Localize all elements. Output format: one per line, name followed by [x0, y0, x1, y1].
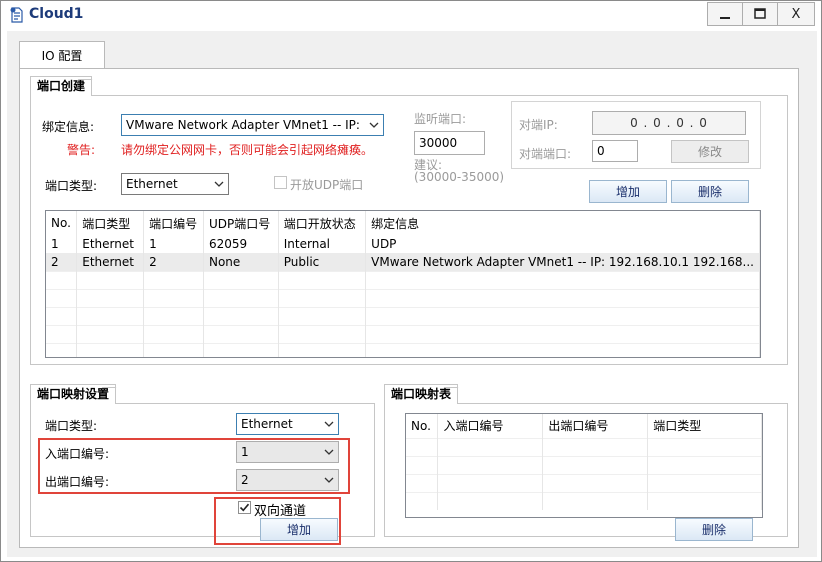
col-port-number[interactable]: 端口编号 [143, 211, 204, 235]
port-type-label: 端口类型: [45, 179, 98, 193]
mapping-table: No. 入端口编号 出端口编号 端口类型 [405, 413, 763, 518]
peer-settings-box: 对端IP: 0 . 0 . 0 . 0 对端端口: 0 修改 [511, 101, 761, 169]
client-area: IO 配置 端口创建 绑定信息: VMware Network Adapter … [7, 31, 817, 557]
col-udp-port[interactable]: UDP端口号 [203, 211, 279, 235]
col-bind-info[interactable]: 绑定信息 [365, 211, 760, 235]
peer-ip-value: 0 . 0 . 0 . 0 [630, 116, 708, 130]
cell-bind-info: UDP [365, 235, 760, 253]
add-port-button-label: 增加 [615, 185, 640, 199]
peer-port-label: 对端端口: [519, 147, 572, 161]
close-button[interactable]: X [777, 2, 815, 26]
empty-row [46, 342, 760, 357]
empty-row [406, 473, 762, 492]
delete-mapping-button[interactable]: 删除 [675, 518, 753, 541]
cell-port-number: 1 [143, 235, 204, 253]
delete-port-button-label: 删除 [697, 185, 722, 199]
cloud1-window: Cloud1 X IO 配置 端口创建 绑定信息: VMware Network… [0, 0, 822, 562]
port-type-select[interactable]: Ethernet [121, 173, 229, 195]
col-port-type[interactable]: 端口类型 [76, 211, 145, 235]
peer-ip-input[interactable]: 0 . 0 . 0 . 0 [592, 111, 746, 135]
cell-udp-port: 62059 [203, 235, 279, 253]
window-title: Cloud1 [29, 6, 84, 22]
chevron-down-icon [324, 421, 334, 427]
empty-row [46, 324, 760, 343]
bind-info-dropdown-arrow[interactable] [365, 115, 383, 135]
open-udp-label: 开放UDP端口 [290, 178, 364, 192]
col-no[interactable]: No. [46, 211, 78, 235]
cell-no: 2 [46, 253, 78, 271]
empty-row [46, 270, 760, 289]
cell-port-number: 2 [143, 253, 204, 271]
bind-info-label: 绑定信息: [42, 120, 95, 134]
cell-open-state: Public [278, 253, 367, 271]
io-config-pane: 端口创建 绑定信息: VMware Network Adapter VMnet1… [19, 68, 799, 548]
modify-button[interactable]: 修改 [671, 140, 749, 163]
mapping-table-header: No. 入端口编号 出端口编号 端口类型 [406, 414, 762, 438]
cell-port-type: Ethernet [76, 253, 145, 271]
port-mapping-table-title: 端口映射表 [384, 384, 459, 404]
highlight-port-selection [38, 438, 350, 494]
listen-port-value: 30000 [419, 136, 458, 150]
port-creation-group: 端口创建 绑定信息: VMware Network Adapter VMnet1… [30, 76, 788, 365]
delete-mapping-button-label: 删除 [701, 523, 726, 537]
peer-port-input[interactable]: 0 [592, 140, 638, 162]
bind-info-value: VMware Network Adapter VMnet1 -- IP: 192… [126, 118, 383, 132]
delete-port-button[interactable]: 删除 [671, 180, 749, 203]
table-row[interactable]: 2 Ethernet 2 None Public VMware Network … [46, 253, 760, 271]
empty-row [406, 455, 762, 474]
col-open-state[interactable]: 端口开放状态 [278, 211, 367, 235]
minimize-button[interactable] [707, 2, 743, 26]
port-table-header: No. 端口类型 端口编号 UDP端口号 端口开放状态 绑定信息 [46, 211, 760, 235]
add-port-button[interactable]: 增加 [589, 180, 667, 203]
cell-udp-port: None [203, 253, 279, 271]
empty-row [406, 491, 762, 510]
chevron-down-icon [214, 181, 224, 187]
title-bar[interactable]: Cloud1 X [1, 1, 821, 29]
peer-ip-label: 对端IP: [519, 118, 558, 132]
port-mapping-table-group: 端口映射表 No. 入端口编号 出端口编号 端口类型 删除 [384, 384, 788, 541]
tab-io-config-label: IO 配置 [41, 49, 83, 63]
table-row[interactable]: 1 Ethernet 1 62059 Internal UDP [46, 235, 760, 253]
highlight-bidirectional-add [214, 497, 341, 545]
modify-button-label: 修改 [697, 145, 722, 159]
port-mapping-settings-title: 端口映射设置 [30, 384, 117, 404]
warning-label: 警告: [67, 143, 96, 157]
col-no[interactable]: No. [406, 414, 439, 438]
mapping-port-type-label: 端口类型: [45, 419, 98, 433]
maximize-icon [754, 8, 766, 19]
listen-port-label: 监听端口: [414, 112, 467, 126]
warning-text: 请勿绑定公网网卡，否则可能会引起网络瘫痪。 [121, 143, 374, 157]
port-table: No. 端口类型 端口编号 UDP端口号 端口开放状态 绑定信息 1 Ether… [45, 210, 761, 358]
close-icon: X [791, 6, 801, 22]
cell-no: 1 [46, 235, 78, 253]
bind-info-select[interactable]: VMware Network Adapter VMnet1 -- IP: 192… [121, 114, 384, 136]
port-creation-title: 端口创建 [30, 76, 93, 96]
col-out-port[interactable]: 出端口编号 [542, 414, 649, 438]
mapping-port-type-dropdown-arrow[interactable] [320, 414, 338, 434]
col-in-port[interactable]: 入端口编号 [437, 414, 544, 438]
port-mapping-settings-group: 端口映射设置 端口类型: Ethernet 入端口编号: 1 出端口编号: 2 … [30, 384, 375, 545]
mapping-port-type-select[interactable]: Ethernet [236, 413, 339, 435]
open-udp-checkbox[interactable] [274, 176, 287, 189]
tab-io-config[interactable]: IO 配置 [19, 41, 105, 69]
empty-row [46, 306, 760, 325]
empty-row [406, 437, 762, 456]
empty-row [46, 288, 760, 307]
cell-bind-info: VMware Network Adapter VMnet1 -- IP: 192… [365, 253, 760, 271]
cell-port-type: Ethernet [76, 235, 145, 253]
cloud-app-icon [10, 7, 23, 23]
port-type-value: Ethernet [126, 177, 178, 191]
cell-open-state: Internal [278, 235, 367, 253]
listen-port-input[interactable]: 30000 [414, 131, 485, 155]
suggest-range: (30000-35000) [414, 170, 505, 184]
mapping-port-type-value: Ethernet [241, 417, 293, 431]
maximize-button[interactable] [742, 2, 778, 26]
peer-port-value: 0 [597, 144, 605, 158]
minimize-icon [720, 17, 730, 19]
col-port-type[interactable]: 端口类型 [647, 414, 762, 438]
chevron-down-icon [369, 122, 379, 128]
port-type-dropdown-arrow[interactable] [210, 174, 228, 194]
